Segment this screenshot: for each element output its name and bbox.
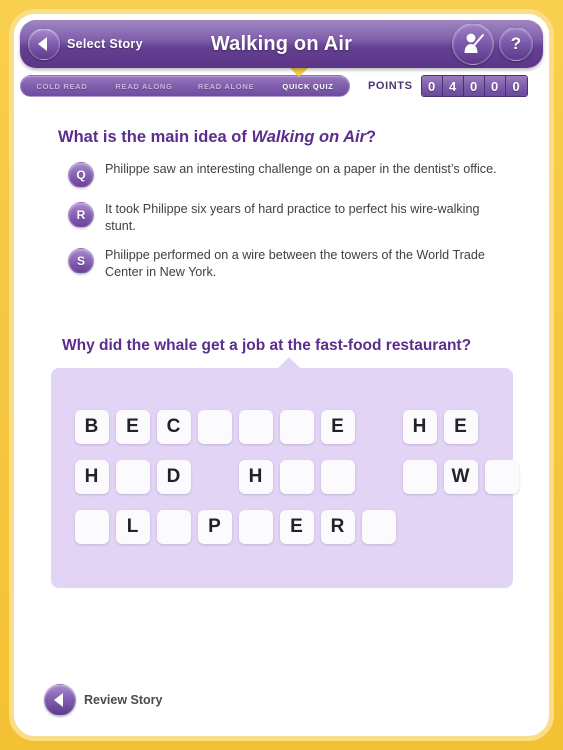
riddle-question: Why did the whale get a job at the fast-… [62,336,472,354]
points-digit: 4 [442,76,464,96]
points-digit: 0 [505,76,527,96]
answer-option-r[interactable]: R It took Philippe six years of hard pra… [68,201,543,234]
avatar-glyph [464,33,484,53]
puzzle-tile-filled[interactable]: E [115,409,150,444]
active-tab-marker-icon [289,67,309,77]
option-text: Philippe saw an interesting challenge on… [105,162,497,176]
tab-read-along[interactable]: READ ALONG [103,82,185,91]
puzzle-tile-filled[interactable]: P [197,509,232,544]
puzzle-tile-filled[interactable]: E [443,409,478,444]
puzzle-tile-empty[interactable] [484,459,519,494]
review-story-button[interactable]: Review Story [44,684,163,716]
puzzle-tile-filled[interactable]: H [74,459,109,494]
review-story-label: Review Story [84,693,163,707]
teacher-avatar-icon[interactable] [452,23,494,65]
puzzle-tile-filled[interactable]: D [156,459,191,494]
option-badge: Q [68,162,94,188]
puzzle-tile-filled[interactable]: W [443,459,478,494]
quiz-content: What is the main idea of Walking on Air?… [20,106,543,730]
header-actions: ? [452,23,533,65]
question-prefix: What is the main idea of [58,128,252,146]
puzzle-row: BECEHE [74,409,513,444]
answer-options: Q Philippe saw an interesting challenge … [68,161,543,281]
puzzle-tile-empty[interactable] [361,509,396,544]
puzzle-tile-empty[interactable] [74,509,109,544]
select-story-label: Select Story [67,37,143,51]
puzzle-tile-empty[interactable] [156,509,191,544]
points-digit: 0 [421,76,443,96]
puzzle-tile-empty[interactable] [197,409,232,444]
option-badge: S [68,248,94,275]
puzzle-tile-filled[interactable]: L [115,509,150,544]
option-text: Philippe performed on a wire between the… [105,248,485,280]
mode-bar: COLD READ READ ALONG READ ALONE QUICK QU… [20,67,543,102]
points-label: POINTS [368,80,413,92]
question-suffix: ? [366,128,377,146]
puzzle-tile-filled[interactable]: E [279,509,314,544]
puzzle-tile-empty[interactable] [238,509,273,544]
puzzle-tile-filled[interactable]: H [238,459,273,494]
question-story-title: Walking on Air [251,128,367,146]
puzzle-row: HDHW [74,459,519,494]
review-back-chevron-icon [44,684,76,716]
answer-option-s[interactable]: S Philippe performed on a wire between t… [68,247,543,280]
puzzle-tile-empty[interactable] [402,459,437,494]
app-header: Select Story Walking on Air ? [20,20,543,68]
panel-notch-icon [276,356,301,369]
puzzle-tile-empty[interactable] [279,409,314,444]
app-window: Select Story Walking on Air ? COLD READ … [9,9,554,741]
puzzle-tile-empty[interactable] [238,409,273,444]
points-digit: 0 [463,76,485,96]
option-badge: R [68,202,94,228]
riddle-puzzle: BECEHE HDHW LPER [50,356,519,588]
puzzle-tile-filled[interactable]: B [74,409,109,444]
puzzle-row: L P ER [74,509,513,544]
app-frame: Select Story Walking on Air ? COLD READ … [0,0,563,750]
points-digit: 0 [484,76,506,96]
option-text: It took Philippe six years of hard pract… [105,202,480,233]
answer-option-q[interactable]: Q Philippe saw an interesting challenge … [68,161,543,188]
back-chevron-icon [28,28,60,60]
tab-quick-quiz[interactable]: QUICK QUIZ [267,82,349,91]
puzzle-tile-filled[interactable]: C [156,409,191,444]
mode-tabs: COLD READ READ ALONG READ ALONE QUICK QU… [20,67,350,97]
puzzle-tile-filled[interactable]: E [320,409,355,444]
puzzle-tile-filled[interactable]: H [402,409,437,444]
points-display: 0 4 0 0 0 [420,75,528,97]
puzzle-tile-empty[interactable] [279,459,314,494]
quiz-question-heading: What is the main idea of Walking on Air? [58,128,543,147]
puzzle-tile-empty[interactable] [320,459,355,494]
puzzle-tile-empty[interactable] [115,459,150,494]
puzzle-panel: BECEHE HDHW LPER [50,367,519,588]
tab-read-alone[interactable]: READ ALONE [185,82,267,91]
select-story-button[interactable]: Select Story [28,26,153,62]
help-button[interactable]: ? [499,27,533,61]
puzzle-tile-filled[interactable]: R [320,509,355,544]
tab-cold-read[interactable]: COLD READ [21,82,103,91]
